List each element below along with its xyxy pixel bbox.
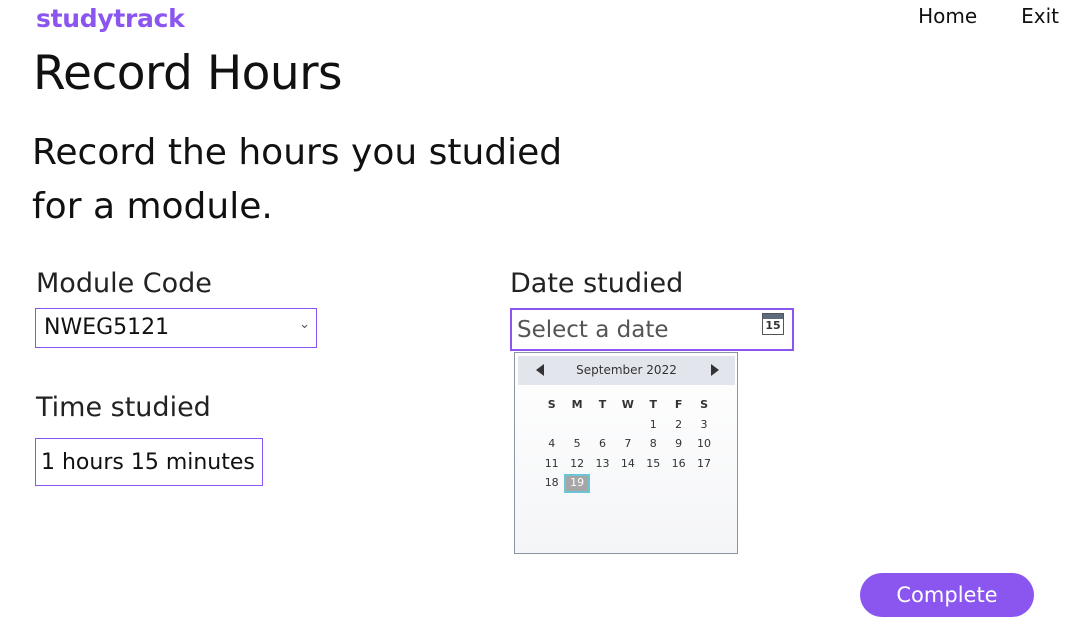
calendar-empty-cell — [590, 416, 615, 436]
calendar-day[interactable]: 1 — [641, 416, 666, 436]
calendar-day-today[interactable]: 19 — [564, 474, 590, 493]
calendar-weekday: S — [547, 398, 556, 411]
record-hours-page: studytrack Home Exit Record Hours Record… — [0, 0, 1087, 631]
calendar-weekday: M — [571, 398, 583, 411]
time-studied-input[interactable]: 1 hours 15 minutes — [35, 438, 263, 486]
calendar-empty-cell — [539, 416, 564, 436]
calendar-week-row: 4 5 6 7 8 9 10 — [539, 435, 717, 455]
calendar-empty-cell — [691, 474, 716, 494]
calendar-day[interactable]: 6 — [590, 435, 615, 455]
calendar-day[interactable]: 15 — [641, 455, 666, 475]
date-picker-popup: September 2022 S M T W T F S 1 2 3 4 5 6 7 8 9 10 11 12 13 1… — [514, 352, 738, 554]
module-code-value: NWEG5121 — [44, 315, 170, 340]
calendar-weekday: T — [598, 398, 607, 411]
calendar-day[interactable]: 9 — [666, 435, 691, 455]
module-code-select[interactable]: NWEG5121 ⌄ — [35, 308, 317, 348]
calendar-day[interactable]: 5 — [564, 435, 589, 455]
calendar-day[interactable]: 14 — [615, 455, 640, 475]
calendar-day[interactable]: 18 — [539, 474, 564, 494]
calendar-weekday: W — [621, 398, 634, 411]
top-nav: Home Exit — [918, 4, 1059, 28]
calendar-week-row: 123 — [539, 416, 717, 436]
calendar-day[interactable]: 13 — [590, 455, 615, 475]
next-month-icon[interactable] — [711, 364, 719, 376]
calendar-day[interactable]: 2 — [666, 416, 691, 436]
calendar-header: September 2022 — [518, 356, 735, 385]
complete-button[interactable]: Complete — [860, 573, 1034, 617]
nav-exit-link[interactable]: Exit — [1021, 4, 1059, 28]
calendar-icon[interactable]: 15 — [762, 313, 784, 335]
calendar-weekday: T — [649, 398, 658, 411]
calendar-empty-cell — [615, 474, 640, 494]
calendar-empty-cell — [641, 474, 666, 494]
calendar-day[interactable]: 3 — [691, 416, 716, 436]
calendar-week-row: 11 12 13 14 15 16 17 — [539, 455, 717, 475]
calendar-day[interactable]: 8 — [641, 435, 666, 455]
calendar-day[interactable]: 4 — [539, 435, 564, 455]
calendar-week-row: 18 19 — [539, 474, 717, 494]
calendar-weekday-row: SMTWTFS — [539, 396, 717, 416]
calendar-weekday: F — [674, 398, 683, 411]
calendar-day[interactable]: 12 — [564, 455, 589, 475]
nav-home-link[interactable]: Home — [918, 4, 977, 28]
calendar-empty-cell — [615, 416, 640, 436]
page-subtitle: Record the hours you studied for a modul… — [32, 132, 563, 227]
page-title: Record Hours — [33, 46, 343, 101]
calendar-empty-cell — [564, 416, 589, 436]
calendar-empty-cell — [590, 474, 615, 494]
calendar-day[interactable]: 11 — [539, 455, 564, 475]
time-studied-label: Time studied — [36, 392, 211, 423]
date-studied-input[interactable]: Select a date 15 — [510, 308, 794, 351]
calendar-grid: S M T W T F S 1 2 3 4 5 6 7 8 9 10 11 12 13 14 15 16 17 18 19 — [539, 396, 717, 494]
calendar-day[interactable]: 17 — [691, 455, 716, 475]
calendar-empty-cell — [666, 474, 691, 494]
calendar-weekday: S — [700, 398, 708, 411]
chevron-down-icon: ⌄ — [299, 317, 310, 332]
date-studied-label: Date studied — [510, 268, 684, 299]
calendar-day[interactable]: 10 — [691, 435, 716, 455]
calendar-month-title[interactable]: September 2022 — [518, 363, 735, 377]
calendar-day[interactable]: 16 — [666, 455, 691, 475]
calendar-icon-day: 15 — [765, 319, 781, 332]
calendar-day[interactable]: 7 — [615, 435, 640, 455]
brand-logo[interactable]: studytrack — [36, 4, 185, 33]
date-placeholder: Select a date — [517, 317, 669, 343]
module-code-label: Module Code — [36, 268, 212, 299]
